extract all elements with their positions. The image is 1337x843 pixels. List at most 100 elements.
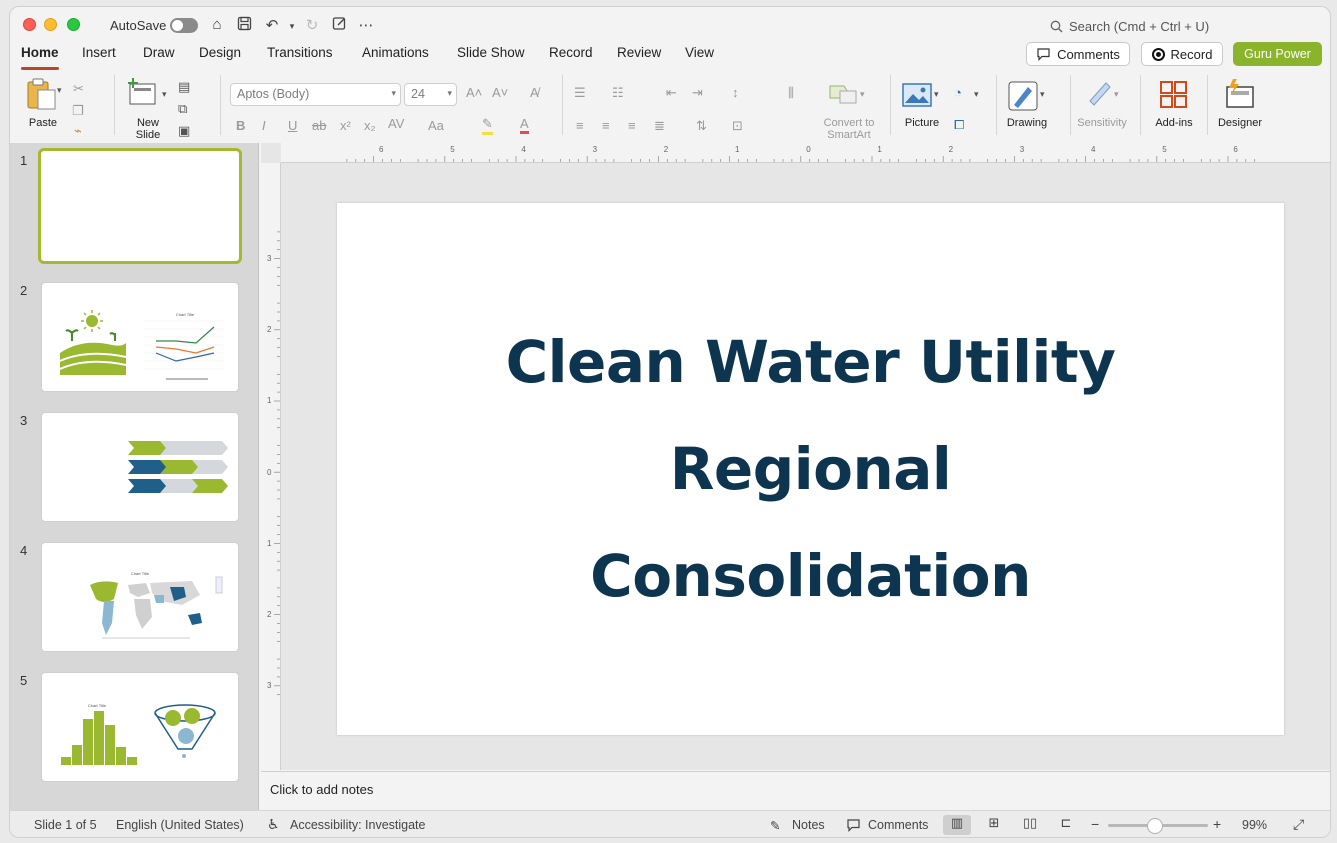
tab-record[interactable]: Record	[549, 45, 593, 60]
tab-home[interactable]: Home	[21, 45, 59, 60]
smartart-icon[interactable]	[828, 83, 858, 108]
smartart-dropdown-icon[interactable]: ▾	[860, 89, 865, 100]
tab-animations[interactable]: Animations	[362, 45, 429, 60]
customize-icon[interactable]	[329, 16, 349, 35]
slide-editor[interactable]: 6 5 4 3 2 1 0 1 2 3 4 5 6 3 2 1 0 1 2 3 Clean Water Utilit…	[261, 143, 1330, 770]
layout-icon[interactable]: ▤	[178, 79, 190, 95]
undo-dropdown-icon[interactable]: ▾	[282, 21, 302, 32]
cut-icon[interactable]: ✂	[73, 81, 84, 97]
comments-toggle-label[interactable]: Comments	[868, 818, 928, 832]
zoom-slider-handle[interactable]	[1147, 818, 1163, 834]
section-icon[interactable]: ▣	[178, 123, 190, 139]
clear-formatting-icon[interactable]: A̸	[530, 85, 539, 100]
align-text-icon[interactable]: ⊡	[732, 118, 743, 134]
notes-toggle-label[interactable]: Notes	[792, 818, 825, 832]
format-painter-icon[interactable]: ⌁	[74, 123, 82, 139]
slide-thumbnail-3[interactable]	[41, 412, 239, 522]
language-status[interactable]: English (United States)	[116, 818, 244, 832]
increase-indent-icon[interactable]: ⇥	[692, 85, 703, 101]
reset-icon[interactable]: ⧉	[178, 101, 187, 117]
picture-icon[interactable]	[902, 83, 932, 110]
slide-thumbnail-4[interactable]: Chart Title	[41, 542, 239, 652]
new-slide-icon[interactable]	[126, 77, 158, 110]
justify-icon[interactable]: ≣	[654, 118, 665, 134]
slide-thumbnail-5[interactable]: Chart Title	[41, 672, 239, 782]
current-slide[interactable]: Clean Water Utility Regional Consolidati…	[337, 203, 1284, 735]
accessibility-icon[interactable]: ♿	[267, 816, 280, 833]
bullets-icon[interactable]: ☰	[574, 85, 586, 101]
slide-sorter-view-button[interactable]: ⊞	[980, 815, 1008, 835]
maximize-window-button[interactable]	[67, 18, 80, 31]
text-box-icon[interactable]: ⧠	[954, 117, 964, 133]
tab-review[interactable]: Review	[617, 45, 661, 60]
copy-icon[interactable]: ❐	[72, 103, 84, 119]
change-case-icon[interactable]: Aa	[428, 118, 444, 133]
zoom-out-button[interactable]: −	[1091, 816, 1099, 832]
comments-button[interactable]: Comments	[1026, 42, 1130, 66]
reading-view-button[interactable]: ▯▯	[1016, 815, 1044, 835]
redo-icon[interactable]: ↻	[302, 16, 322, 34]
slide-title[interactable]: Clean Water Utility Regional Consolidati…	[431, 309, 1191, 630]
record-button[interactable]: Record	[1141, 42, 1223, 66]
slide-thumbnail-pane[interactable]: 1 2 Chart Title 3 4 Chart Title 5 Chart …	[10, 143, 259, 810]
shapes-dropdown-icon[interactable]: ▾	[974, 89, 979, 100]
slide-show-view-button[interactable]: ⊏	[1052, 815, 1080, 835]
sensitivity-icon[interactable]	[1086, 79, 1114, 110]
sensitivity-dropdown-icon[interactable]: ▾	[1114, 89, 1119, 100]
comments-toggle-icon[interactable]	[846, 818, 861, 835]
designer-icon[interactable]	[1223, 79, 1257, 112]
save-icon[interactable]	[234, 16, 254, 35]
subscript-icon[interactable]: x₂	[364, 118, 376, 133]
increase-font-icon[interactable]: A˄	[466, 85, 482, 100]
add-ins-icon[interactable]	[1160, 81, 1188, 112]
close-window-button[interactable]	[23, 18, 36, 31]
drawing-dropdown-icon[interactable]: ▾	[1040, 89, 1045, 100]
slide-thumbnail-1[interactable]	[38, 148, 242, 264]
tab-insert[interactable]: Insert	[82, 45, 116, 60]
strikethrough-icon[interactable]: ab	[312, 118, 326, 133]
notes-toggle-icon[interactable]: ✎	[770, 818, 780, 833]
paste-icon[interactable]	[24, 77, 58, 114]
home-icon[interactable]: ⌂	[207, 16, 227, 33]
zoom-in-button[interactable]: +	[1213, 816, 1221, 832]
notes-pane[interactable]: Click to add notes	[261, 771, 1330, 810]
line-spacing-icon[interactable]: ↕	[732, 85, 739, 100]
decrease-font-icon[interactable]: A˅	[492, 85, 508, 100]
search-box[interactable]: Search (Cmd + Ctrl + U)	[1050, 19, 1209, 34]
tab-draw[interactable]: Draw	[143, 45, 175, 60]
slide-thumbnail-2[interactable]: Chart Title	[41, 282, 239, 392]
underline-icon[interactable]: U	[288, 118, 297, 133]
minimize-window-button[interactable]	[44, 18, 57, 31]
normal-view-button[interactable]: ▥	[943, 815, 971, 835]
new-slide-dropdown-icon[interactable]: ▾	[162, 89, 167, 100]
superscript-icon[interactable]: x²	[340, 118, 351, 133]
zoom-level[interactable]: 99%	[1242, 818, 1267, 832]
tab-design[interactable]: Design	[199, 45, 241, 60]
picture-dropdown-icon[interactable]: ▾	[934, 89, 939, 100]
undo-icon[interactable]: ↶	[262, 16, 282, 34]
tab-transitions[interactable]: Transitions	[267, 45, 333, 60]
bold-icon[interactable]: B	[236, 118, 245, 133]
more-icon[interactable]: ⋯	[356, 16, 376, 34]
fit-to-window-icon[interactable]: ⤢	[1293, 816, 1304, 833]
text-direction-icon[interactable]: ⇅	[696, 118, 707, 134]
align-right-icon[interactable]: ≡	[628, 118, 636, 133]
font-name-select[interactable]: Aptos (Body) ▾	[230, 83, 401, 106]
paste-dropdown-icon[interactable]: ▾	[57, 85, 62, 96]
font-color-icon[interactable]: A	[520, 116, 529, 134]
align-left-icon[interactable]: ≡	[576, 118, 584, 133]
font-size-select[interactable]: 24 ▾	[404, 83, 457, 106]
guru-power-button[interactable]: Guru Power	[1233, 42, 1322, 66]
tab-slide-show[interactable]: Slide Show	[457, 45, 525, 60]
accessibility-status[interactable]: Accessibility: Investigate	[290, 818, 425, 832]
drawing-icon[interactable]	[1008, 81, 1038, 114]
character-spacing-icon[interactable]: AV	[388, 116, 404, 131]
shapes-icon[interactable]: ◔	[954, 85, 962, 100]
tab-view[interactable]: View	[685, 45, 714, 60]
italic-icon[interactable]: I	[262, 118, 266, 133]
numbering-icon[interactable]: ☷	[612, 85, 624, 101]
columns-icon[interactable]: ⫼	[788, 85, 794, 101]
align-center-icon[interactable]: ≡	[602, 118, 610, 133]
autosave-toggle[interactable]	[170, 18, 198, 33]
highlight-icon[interactable]: ✎	[482, 116, 493, 135]
